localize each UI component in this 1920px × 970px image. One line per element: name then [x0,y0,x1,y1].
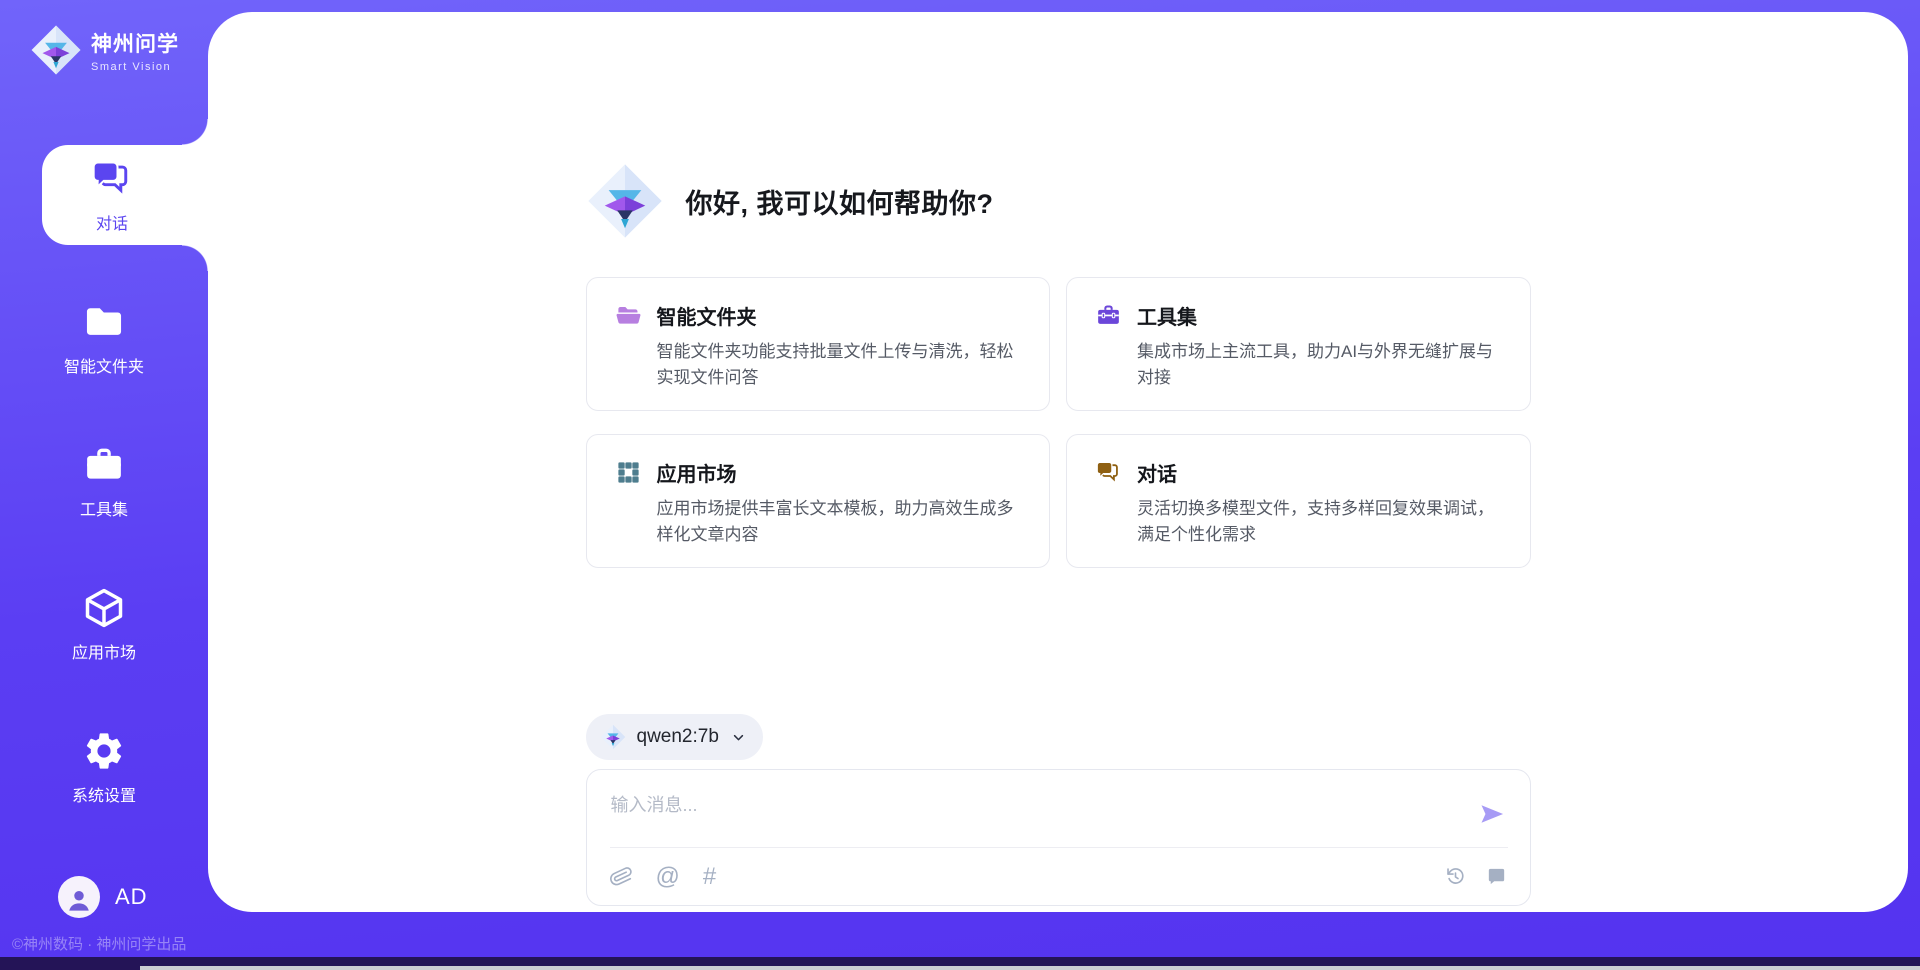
mention-button[interactable]: @ [656,865,680,889]
folder-icon [82,300,126,344]
person-icon [64,885,94,915]
brand-logo-icon [30,24,82,76]
user-profile[interactable]: AD [58,876,148,918]
history-button[interactable] [1444,865,1467,888]
toolbox-icon [1095,302,1122,329]
composer-toolbar: @ # [610,848,1508,905]
avatar [58,876,100,918]
sidebar-item-app-market[interactable]: 应用市场 [0,574,208,674]
feedback-button[interactable] [1485,865,1508,888]
feature-cards: 智能文件夹 智能文件夹功能支持批量文件上传与清洗，轻松实现文件问答 工具集 集成… [586,277,1531,568]
brand-text: 神州问学 Smart Vision [91,28,179,73]
attach-button[interactable] [610,865,633,888]
assistant-logo-icon [586,162,664,240]
chat-icon [90,157,134,201]
bottom-edge-gray [140,966,1920,970]
footer-credit: ©神州数码 · 神州问学出品 [12,933,186,954]
sidebar: 神州问学 Smart Vision 对话 智能文件夹 工 [0,0,208,970]
sidebar-item-settings[interactable]: 系统设置 [0,717,208,817]
chat-bubble-icon [1485,865,1508,888]
chevron-down-icon [730,729,747,746]
card-title: 智能文件夹 [657,301,757,330]
brand: 神州问学 Smart Vision [0,0,208,76]
bottom-edge-dark-corner [0,966,140,970]
card-title: 应用市场 [657,458,737,487]
bottom-edge-dark [0,957,1920,966]
grid-icon [615,459,642,486]
message-input[interactable] [587,770,1460,844]
sidebar-item-label: 对话 [96,210,128,234]
card-smart-folder[interactable]: 智能文件夹 智能文件夹功能支持批量文件上传与清洗，轻松实现文件问答 [586,277,1051,411]
card-description: 灵活切换多模型文件，支持多样回复效果调试，满足个性化需求 [1137,496,1502,547]
toolbox-icon [82,443,126,487]
model-name: qwen2:7b [637,726,719,748]
card-app-market[interactable]: 应用市场 应用市场提供丰富长文本模板，助力高效生成多样化文章内容 [586,434,1051,568]
main-panel: 你好, 我可以如何帮助你? 智能文件夹 智能文件夹功能支持批量文件上传与清洗，轻… [208,12,1908,912]
app-window: 神州问学 Smart Vision 对话 智能文件夹 工 [0,0,1920,970]
at-sign-icon: @ [656,865,680,889]
card-description: 智能文件夹功能支持批量文件上传与清洗，轻松实现文件问答 [657,339,1022,390]
greeting: 你好, 我可以如何帮助你? [586,162,1531,240]
brand-title: 神州问学 [91,28,179,58]
sidebar-item-chat[interactable]: 对话 [42,145,208,245]
card-title: 对话 [1137,458,1177,487]
sidebar-item-label: 工具集 [80,496,128,520]
greeting-text: 你好, 我可以如何帮助你? [686,182,994,221]
card-chat[interactable]: 对话 灵活切换多模型文件，支持多样回复效果调试，满足个性化需求 [1066,434,1531,568]
send-button[interactable] [1478,799,1508,829]
sidebar-item-smart-folder[interactable]: 智能文件夹 [0,288,208,388]
paperclip-icon [610,865,633,888]
chat-icon [1095,459,1122,486]
sidebar-nav: 对话 智能文件夹 工具集 应用市场 [0,145,208,860]
sidebar-item-label: 系统设置 [72,782,136,806]
chat-home: 你好, 我可以如何帮助你? 智能文件夹 智能文件夹功能支持批量文件上传与清洗，轻… [586,12,1531,912]
history-icon [1444,865,1467,888]
sidebar-item-label: 应用市场 [72,639,136,663]
card-title: 工具集 [1137,301,1197,330]
model-logo-icon [600,724,626,750]
folder-open-icon [615,302,642,329]
card-description: 集成市场上主流工具，助力AI与外界无缝扩展与对接 [1137,339,1502,390]
sidebar-item-label: 智能文件夹 [64,353,144,377]
gear-icon [82,729,126,773]
topic-button[interactable]: # [703,865,716,889]
brand-subtitle: Smart Vision [91,61,179,73]
card-toolset[interactable]: 工具集 集成市场上主流工具，助力AI与外界无缝扩展与对接 [1066,277,1531,411]
cube-icon [82,586,126,630]
send-icon [1478,800,1506,828]
sidebar-item-toolset[interactable]: 工具集 [0,431,208,531]
composer: @ # [586,769,1531,906]
model-selector[interactable]: qwen2:7b [586,714,763,760]
user-name: AD [115,884,148,910]
hash-icon: # [703,865,716,889]
card-description: 应用市场提供丰富长文本模板，助力高效生成多样化文章内容 [657,496,1022,547]
